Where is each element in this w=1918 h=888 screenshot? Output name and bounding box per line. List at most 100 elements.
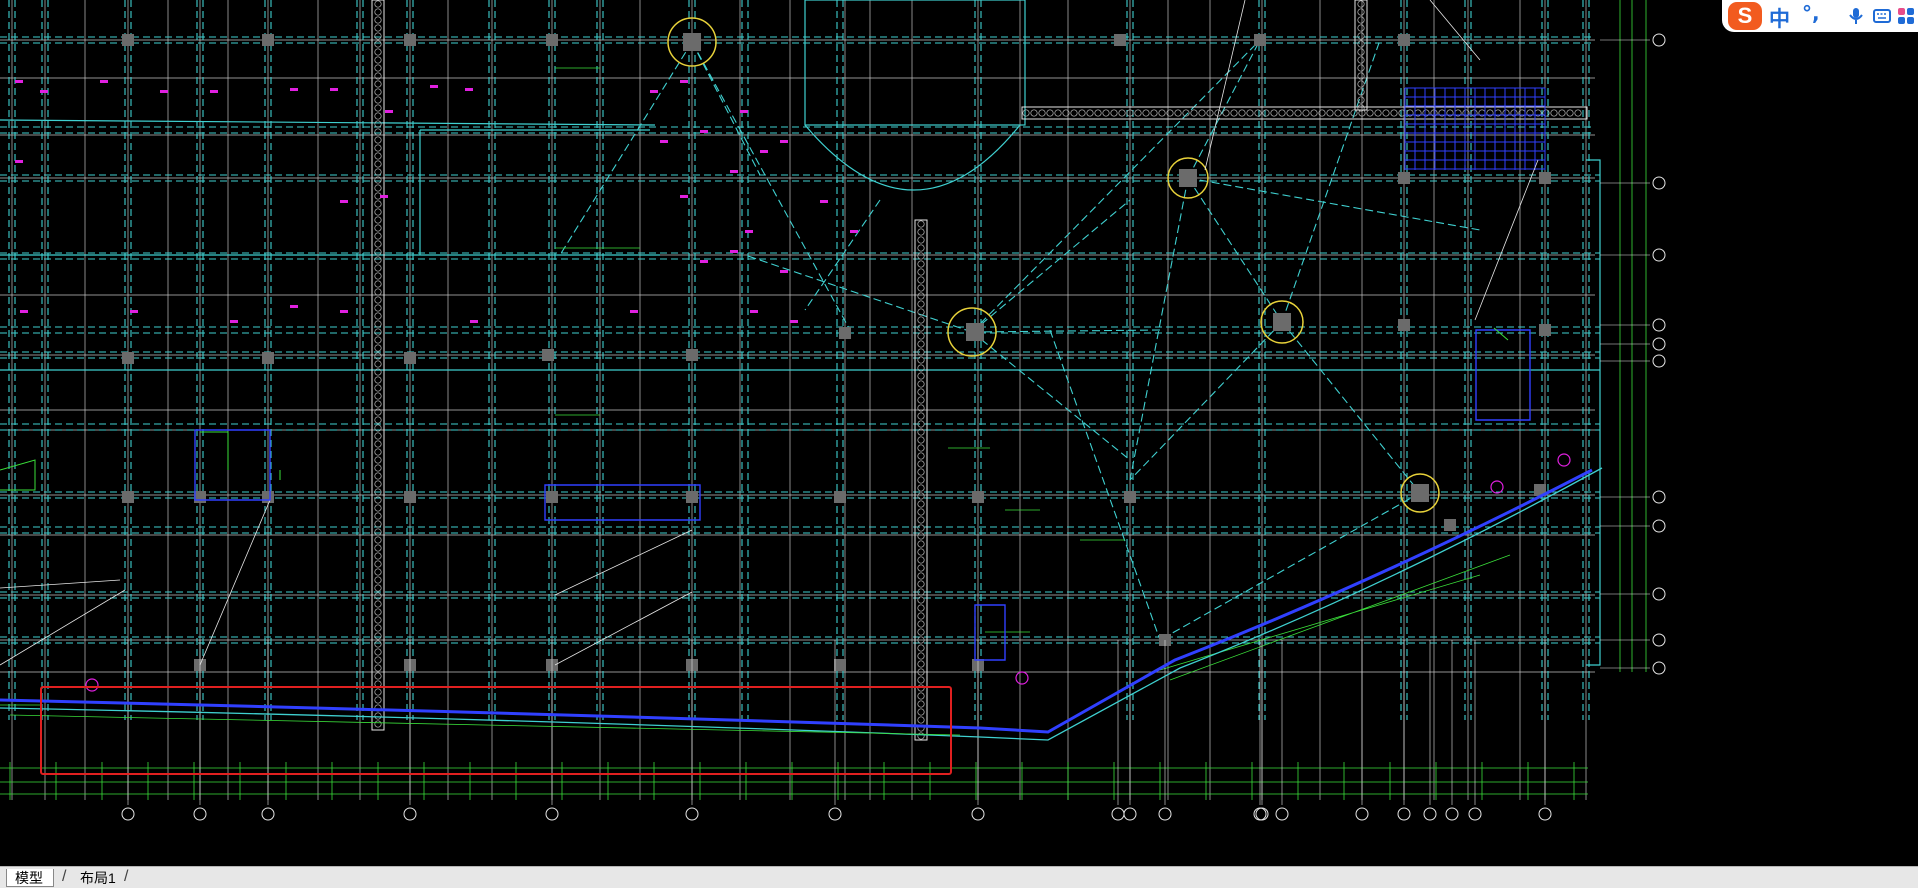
diagonal-beam (559, 41, 693, 256)
magenta-label-mark (340, 310, 348, 313)
hatch-link (1230, 109, 1238, 117)
magenta-labels (15, 80, 858, 323)
hatch-link (1286, 109, 1294, 117)
grid-bubble (1652, 633, 1666, 647)
hatch-link (1022, 109, 1030, 117)
cad-drawing-canvas[interactable] (0, 0, 1918, 866)
magenta-label-mark (820, 200, 828, 203)
column (194, 491, 206, 503)
hatch-link (374, 56, 382, 64)
hatch-link (374, 168, 382, 176)
grid-bubble (1468, 807, 1482, 821)
microphone-icon[interactable] (1846, 6, 1866, 26)
hatch-link (1254, 109, 1262, 117)
column (546, 491, 558, 503)
hatch-link (917, 476, 925, 484)
column (122, 352, 134, 364)
hatch-link (374, 32, 382, 40)
hatch-link (1357, 16, 1365, 24)
hatch-link (374, 432, 382, 440)
hatch-link (374, 16, 382, 24)
hatch-link (917, 444, 925, 452)
column (834, 491, 846, 503)
hatch-link (1158, 109, 1166, 117)
hatch-link (1390, 109, 1398, 117)
hatch-link (917, 644, 925, 652)
hatch-link (917, 460, 925, 468)
hatch-link (1342, 109, 1350, 117)
magenta-marker (1557, 453, 1571, 467)
grid-bubble (971, 807, 985, 821)
hatch-link (374, 8, 382, 16)
hatch-link (374, 288, 382, 296)
hatch-link (917, 252, 925, 260)
ime-logo[interactable]: S (1728, 2, 1762, 30)
hatch-link (1150, 109, 1158, 117)
grid-bubble (1445, 807, 1459, 821)
hatch-link (1302, 109, 1310, 117)
hatch-link (917, 492, 925, 500)
hatch-link (374, 160, 382, 168)
grid-bubble (403, 807, 417, 821)
column (834, 659, 846, 671)
diagonal-beam (1129, 177, 1189, 481)
column (839, 327, 851, 339)
hatch-link (374, 120, 382, 128)
magenta-label-mark (15, 160, 23, 163)
hatch-link (1574, 109, 1582, 117)
column (122, 34, 134, 46)
tab-layout1[interactable]: 布局1 (72, 869, 126, 887)
hatch-link (917, 220, 925, 228)
hatch-link (917, 244, 925, 252)
hatch-link (374, 400, 382, 408)
hatch-link (374, 640, 382, 648)
hatch-link (374, 416, 382, 424)
hatch-link (374, 264, 382, 272)
magenta-label-mark (20, 310, 28, 313)
hatch-link (374, 328, 382, 336)
tab-model[interactable]: 模型 (6, 869, 54, 887)
hatch-link (374, 528, 382, 536)
column (1124, 491, 1136, 503)
diagonal-beam (971, 331, 1131, 461)
hatch-link (374, 320, 382, 328)
hatch-link (374, 656, 382, 664)
hatch-link (374, 280, 382, 288)
hatch-link (374, 80, 382, 88)
hatch-link (917, 596, 925, 604)
column (1254, 34, 1266, 46)
hatch-link (917, 548, 925, 556)
magenta-label-mark (470, 320, 478, 323)
hatch-link (374, 240, 382, 248)
magenta-label-mark (160, 90, 168, 93)
hatch-link (1222, 109, 1230, 117)
hatch-link (1357, 32, 1365, 40)
hatch-link (374, 128, 382, 136)
skin-icon[interactable] (1896, 6, 1916, 26)
hatch-link (374, 608, 382, 616)
hatch-link (917, 372, 925, 380)
magenta-label-mark (210, 90, 218, 93)
shaft-outline (804, 0, 1026, 126)
hatch-link (374, 0, 382, 8)
magenta-label-mark (740, 110, 748, 113)
hatch-link (917, 604, 925, 612)
hatch-link (374, 312, 382, 320)
ime-language-toggle[interactable]: 中 (1769, 3, 1790, 33)
ime-toolbar[interactable]: S 中 °, (1722, 0, 1918, 32)
hatch-link (1357, 56, 1365, 64)
hatch-link (374, 624, 382, 632)
hatch-link (917, 524, 925, 532)
magenta-label-mark (750, 310, 758, 313)
tab-separator: / (124, 868, 129, 885)
magenta-label-mark (790, 320, 798, 323)
grid-bubble (121, 807, 135, 821)
hatch-link (917, 500, 925, 508)
magenta-label-mark (230, 320, 238, 323)
ime-punctuation-toggle[interactable]: °, (1802, 1, 1820, 25)
hatch-link (374, 568, 382, 576)
keyboard-icon[interactable] (1872, 6, 1892, 26)
hatch-link (1326, 109, 1334, 117)
column (546, 34, 558, 46)
diagonal-beam (971, 39, 1261, 333)
